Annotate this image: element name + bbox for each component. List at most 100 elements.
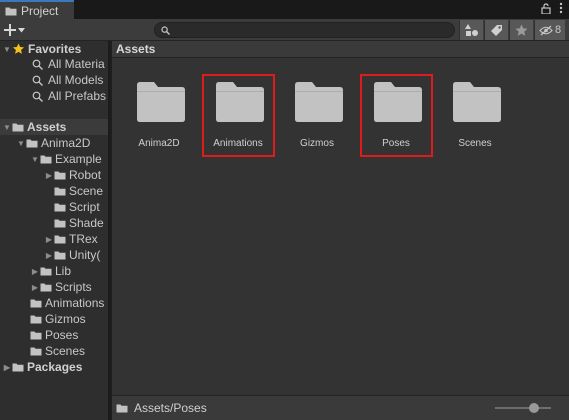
hidden-packages-button[interactable]: 8 (534, 20, 565, 40)
search-input[interactable] (154, 22, 455, 38)
asset-folder-anima2d[interactable]: Anima2D (123, 58, 195, 149)
tab-bar: Project (0, 0, 569, 19)
expand-arrow-icon[interactable]: ▼ (16, 135, 26, 151)
asset-folder-gizmos[interactable]: Gizmos (281, 58, 353, 149)
search-icon (32, 75, 43, 86)
tree-label: Gizmos (45, 312, 86, 326)
toolbar: 8 (0, 19, 569, 41)
tree-item-anima2d[interactable]: ▼ Anima2D (16, 135, 90, 151)
tree-item-all-materials[interactable]: All Materia (32, 56, 105, 72)
project-tree: ▼ Favorites All Materia All Models All P… (0, 41, 110, 420)
icon-size-slider[interactable] (495, 403, 551, 413)
tree-item-scenes[interactable]: Scenes (30, 343, 85, 359)
breadcrumb: Assets (112, 41, 569, 58)
folder-icon (40, 282, 52, 292)
folder-icon (295, 82, 343, 122)
expand-arrow-icon[interactable]: ▼ (2, 119, 12, 135)
collapse-arrow-icon[interactable]: ▶ (30, 279, 40, 295)
tree-label: Anima2D (41, 136, 91, 150)
folder-icon (12, 122, 24, 132)
folder-icon (5, 6, 17, 16)
tree-item-scenes-sub[interactable]: Scene (54, 183, 103, 199)
tree-favorites[interactable]: ▼ Favorites (2, 41, 81, 57)
collapse-arrow-icon[interactable]: ▶ (44, 247, 54, 263)
tree-item-lib[interactable]: ▶ Lib (30, 263, 71, 279)
shapes-icon (464, 24, 478, 36)
collapse-arrow-icon[interactable]: ▶ (44, 231, 54, 247)
folder-icon (137, 82, 185, 122)
tree-item-gizmos[interactable]: Gizmos (30, 311, 86, 327)
lock-icon[interactable] (541, 2, 551, 14)
favorites-toggle-button[interactable] (509, 20, 533, 40)
tree-label: Assets (27, 120, 67, 134)
search-icon (32, 91, 43, 102)
tree-item-unity[interactable]: ▶ Unity( (44, 247, 100, 263)
folder-icon (54, 186, 66, 196)
tree-label: All Materia (48, 57, 105, 71)
tag-icon (491, 24, 502, 36)
slider-thumb[interactable] (529, 403, 540, 413)
folder-icon (30, 314, 42, 324)
folder-icon (30, 298, 42, 308)
tree-item-shaders[interactable]: Shade (54, 215, 104, 231)
tree-item-examples[interactable]: ▼ Example (30, 151, 102, 167)
asset-label: Scenes (458, 138, 492, 149)
collapse-arrow-icon[interactable]: ▶ (44, 167, 54, 183)
star-icon (12, 43, 25, 54)
folder-icon (40, 266, 52, 276)
tree-label: Robot (69, 168, 102, 182)
tree-item-all-prefabs[interactable]: All Prefabs (32, 88, 106, 104)
collapse-arrow-icon[interactable]: ▶ (30, 263, 40, 279)
tree-label: Animations (45, 296, 105, 310)
folder-icon (116, 403, 128, 413)
tree-item-poses[interactable]: Poses (30, 327, 78, 343)
add-button[interactable] (4, 21, 34, 39)
selected-path: Assets/Poses (134, 401, 207, 415)
tree-label: Favorites (28, 42, 82, 56)
tree-label: TRex (69, 232, 98, 246)
tree-item-scripts-sub[interactable]: Script (54, 199, 100, 215)
search-icon (32, 59, 43, 70)
tree-item-all-models[interactable]: All Models (32, 72, 103, 88)
breadcrumb-assets[interactable]: Assets (116, 42, 155, 56)
tree-label: Packages (27, 360, 83, 374)
expand-arrow-icon[interactable]: ▼ (2, 41, 12, 57)
asset-folder-scenes[interactable]: Scenes (439, 58, 511, 149)
folder-icon (54, 170, 66, 180)
dropdown-caret-icon (18, 27, 25, 32)
tree-label: Shade (69, 216, 104, 230)
tree-label: Scripts (55, 280, 92, 294)
tab-project[interactable]: Project (0, 0, 74, 19)
tree-label: Example (55, 152, 102, 166)
folder-icon (54, 234, 66, 244)
search-by-type-button[interactable] (459, 20, 483, 40)
tree-label: All Prefabs (48, 89, 107, 103)
search-icon (161, 26, 170, 35)
folder-icon (40, 154, 52, 164)
highlight-box-poses (360, 74, 433, 157)
folder-icon (12, 362, 24, 372)
asset-label: Anima2D (138, 138, 180, 149)
tree-label: Lib (55, 264, 72, 278)
folder-icon (54, 218, 66, 228)
folder-icon (30, 330, 42, 340)
tree-item-scripts[interactable]: ▶ Scripts (30, 279, 92, 295)
tree-assets[interactable]: ▼ Assets (2, 119, 66, 135)
tree-item-trex[interactable]: ▶ TRex (44, 231, 98, 247)
tree-item-robot[interactable]: ▶ Robot (44, 167, 101, 183)
star-icon (515, 24, 528, 36)
collapse-arrow-icon[interactable]: ▶ (2, 359, 12, 375)
tab-label: Project (21, 3, 59, 18)
search-by-label-button[interactable] (484, 20, 508, 40)
hidden-packages-count: 8 (554, 24, 562, 36)
tree-label: Script (69, 200, 100, 214)
tree-packages[interactable]: ▶ Packages (2, 359, 82, 375)
expand-arrow-icon[interactable]: ▼ (30, 151, 40, 167)
asset-label: Gizmos (300, 138, 334, 149)
plus-icon (4, 24, 16, 36)
tree-label: Poses (45, 328, 79, 342)
tree-label: Scene (69, 184, 104, 198)
tree-item-animations[interactable]: Animations (30, 295, 104, 311)
kebab-menu-icon[interactable] (559, 2, 563, 14)
eye-slash-icon (539, 25, 553, 35)
